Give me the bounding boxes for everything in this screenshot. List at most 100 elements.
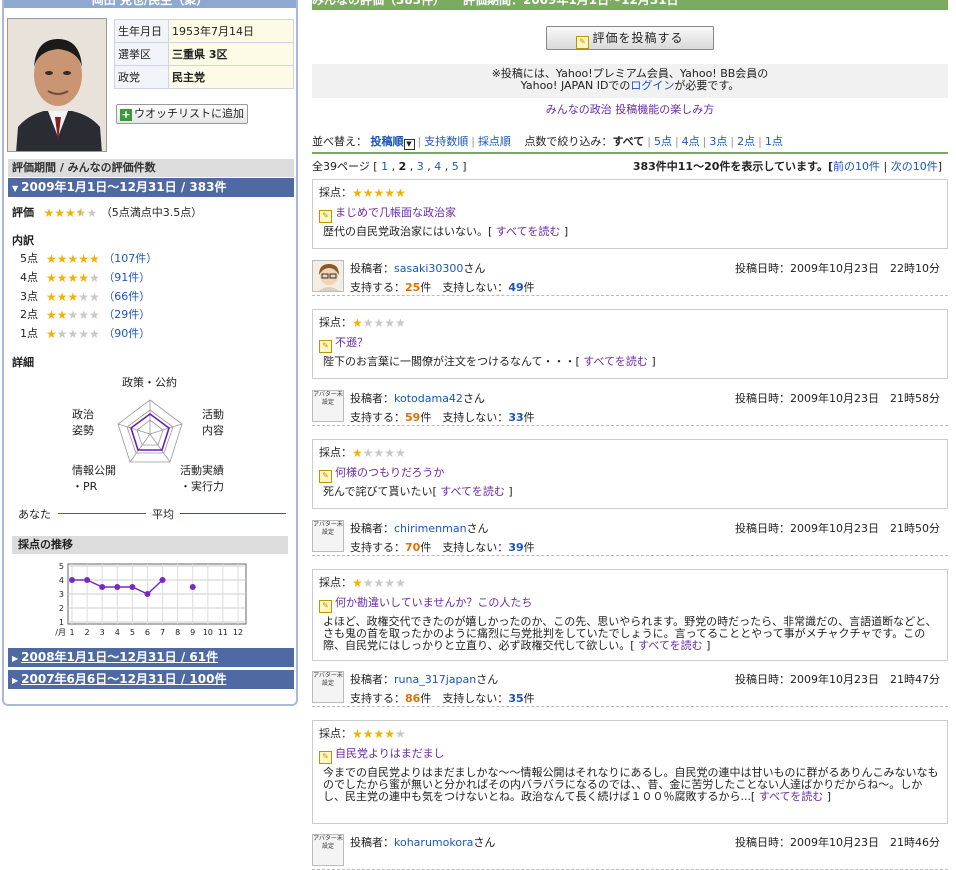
- add-watchlist-label: ウオッチリストに追加: [134, 107, 244, 120]
- trend-x-tick: 8: [175, 628, 180, 637]
- breakdown-count-link[interactable]: （66件）: [103, 290, 150, 303]
- trend-x-tick: 6: [145, 628, 150, 637]
- period-2007-link[interactable]: ▶ 2007年6月6日〜12月31日 / 100件: [8, 670, 294, 689]
- prev-10-link[interactable]: 前の10件: [833, 160, 880, 173]
- poster-label: 投稿者：: [350, 673, 394, 686]
- poster-name-link[interactable]: koharumokora: [394, 836, 473, 849]
- memo-icon: ✎: [319, 470, 332, 483]
- breakdown-count-link[interactable]: （90件）: [103, 327, 150, 340]
- poster-san: さん: [473, 836, 496, 849]
- review-title-link[interactable]: 不遜？: [335, 336, 368, 349]
- login-link[interactable]: ログイン: [630, 79, 674, 92]
- review-title-link[interactable]: まじめで几帳面な政治家: [335, 206, 456, 219]
- nosupport-count: 33: [508, 411, 524, 424]
- breakdown-count-link[interactable]: （91件）: [103, 271, 150, 284]
- page-1[interactable]: 1: [381, 160, 388, 173]
- trend-y-tick: 2: [59, 604, 64, 613]
- filter-5[interactable]: 5点: [654, 135, 672, 148]
- sort-by-post[interactable]: 投稿順: [371, 135, 404, 148]
- sort-by-support[interactable]: 支持数順: [424, 135, 468, 148]
- trend-x-unit: /月: [55, 628, 66, 637]
- score-label: 採点：: [319, 446, 352, 459]
- active-period-bar[interactable]: ▼ 2009年1月1日〜12月31日 / 383件: [8, 178, 294, 197]
- filter-all[interactable]: すべて: [612, 135, 644, 148]
- trend-x-tick: 4: [115, 628, 120, 637]
- sort-bar: 並べ替え： 投稿順 ▼ | 支持数順 | 採点順 点数で絞り込み：すべて | 5点 | 4点 | 3点…: [312, 136, 948, 154]
- breakdown-count-link[interactable]: （107件）: [103, 252, 157, 265]
- period-2008-link[interactable]: ▶ 2008年1月1日〜12月31日 / 61件: [8, 648, 294, 667]
- review-card: 採点：★★★★★ ✎ 自民党よりはまだまし 今までの自民党よりはまだましかな〜〜情…: [312, 720, 948, 824]
- nosupport-label: 支持しない：: [442, 692, 509, 705]
- review-body: 陛下のお言葉に一閣僚が注文をつけるなんて・・・[: [323, 355, 584, 368]
- politician-name-header: 岡田 克也/民主（衆）: [4, 0, 296, 8]
- poster-name-link[interactable]: runa_317japan: [394, 673, 476, 686]
- breakdown-count-link[interactable]: （29件）: [103, 308, 150, 321]
- memo-icon: ✎: [319, 600, 332, 613]
- page-5[interactable]: 5: [452, 160, 459, 173]
- nosupport-count: 39: [508, 541, 524, 554]
- filter-4[interactable]: 4点: [682, 135, 700, 148]
- score-label: 採点：: [319, 576, 352, 589]
- review-title-link[interactable]: 自民党よりはまだまし: [335, 747, 445, 760]
- count-text: 383件中11〜20件を表示しています。[: [632, 160, 833, 173]
- star-rating-icon: ★★★★★: [46, 252, 100, 266]
- pages-suffix: ]: [462, 160, 467, 173]
- breakdown-label: 3点: [20, 290, 38, 303]
- poster-name-link[interactable]: chirimenman: [394, 522, 467, 535]
- review-body: 今までの自民党よりはまだましかな〜〜情報公開はそれなりにあるし。自民党の連中は甘…: [323, 766, 939, 803]
- breakdown-label: 2点: [20, 308, 38, 321]
- sort-dropdown-icon[interactable]: ▼: [403, 139, 415, 150]
- read-all-link[interactable]: すべてを読む: [638, 639, 703, 652]
- period-2007-label: 2007年6月6日〜12月31日 / 100件: [21, 672, 227, 686]
- trend-point: [114, 584, 121, 590]
- poster-san: さん: [463, 262, 486, 275]
- date-label: 投稿日時：: [735, 522, 791, 535]
- trend-x-tick: 12: [233, 628, 243, 637]
- trend-y-tick: 5: [59, 562, 64, 571]
- nosupport-label: 支持しない：: [442, 411, 509, 424]
- memo-icon: ✎: [576, 36, 590, 49]
- poster-name-link[interactable]: sasaki30300: [394, 262, 463, 275]
- review-title-link[interactable]: 何か勘違いしていませんか？この人たち: [335, 596, 532, 609]
- ken-unit: 件: [523, 692, 535, 705]
- page-4[interactable]: 4: [434, 160, 441, 173]
- trend-point: [189, 584, 196, 590]
- avatar-placeholder: アバター未設定: [312, 520, 344, 552]
- pages-prefix: 全39ページ [: [312, 160, 378, 173]
- post-date: 2009年10月23日 21時58分: [790, 392, 940, 405]
- post-review-button[interactable]: ✎ 評価を投稿する: [546, 26, 714, 50]
- poster-name-link[interactable]: kotodama42: [394, 392, 463, 405]
- notice-line2b: が必要です。: [674, 79, 740, 92]
- review-title-link[interactable]: 何様のつもりだろうか: [335, 466, 444, 479]
- add-watchlist-button[interactable]: + ウオッチリストに追加: [116, 104, 248, 124]
- how-to-link[interactable]: みんなの政治 投稿機能の楽しみ方: [312, 101, 948, 117]
- trend-point: [129, 584, 136, 590]
- trend-point: [84, 577, 91, 583]
- trend-y-tick: 3: [59, 590, 64, 599]
- read-all-link[interactable]: すべてを読む: [583, 355, 648, 368]
- avatar-placeholder: アバター未設定: [312, 390, 344, 422]
- trend-x-tick: 5: [130, 628, 135, 637]
- poster-label: 投稿者：: [350, 522, 394, 535]
- next-10-link[interactable]: 次の10件: [891, 160, 938, 173]
- review-body: よほど、政権交代できたのが嬉しかったのか、この先、思いやられます。野党の時だった…: [323, 615, 937, 652]
- nosupport-count: 49: [508, 281, 524, 294]
- trend-header: 採点の推移: [12, 536, 288, 554]
- period-2008-label: 2008年1月1日〜12月31日 / 61件: [21, 650, 219, 664]
- post-review-label: 評価を投稿する: [592, 31, 684, 45]
- support-label: 支持する：: [350, 692, 405, 705]
- poster-label: 投稿者：: [350, 262, 394, 275]
- filter-1[interactable]: 1点: [765, 135, 783, 148]
- sort-by-score[interactable]: 採点順: [478, 135, 511, 148]
- read-all-link[interactable]: すべてを読む: [759, 790, 824, 803]
- support-label: 支持する：: [350, 411, 405, 424]
- read-all-link[interactable]: すべてを読む: [496, 225, 561, 238]
- filter-3[interactable]: 3点: [709, 135, 727, 148]
- support-label: 支持する：: [350, 541, 405, 554]
- page-3[interactable]: 3: [417, 160, 424, 173]
- read-all-link[interactable]: すべてを読む: [440, 485, 505, 498]
- login-notice: ※投稿には、Yahoo!プレミアム会員、Yahoo! BB会員の Yahoo! …: [312, 64, 948, 98]
- avatar-placeholder: アバター未設定: [312, 671, 344, 703]
- star-rating-icon: ★★★★★: [46, 271, 100, 285]
- filter-2[interactable]: 2点: [737, 135, 755, 148]
